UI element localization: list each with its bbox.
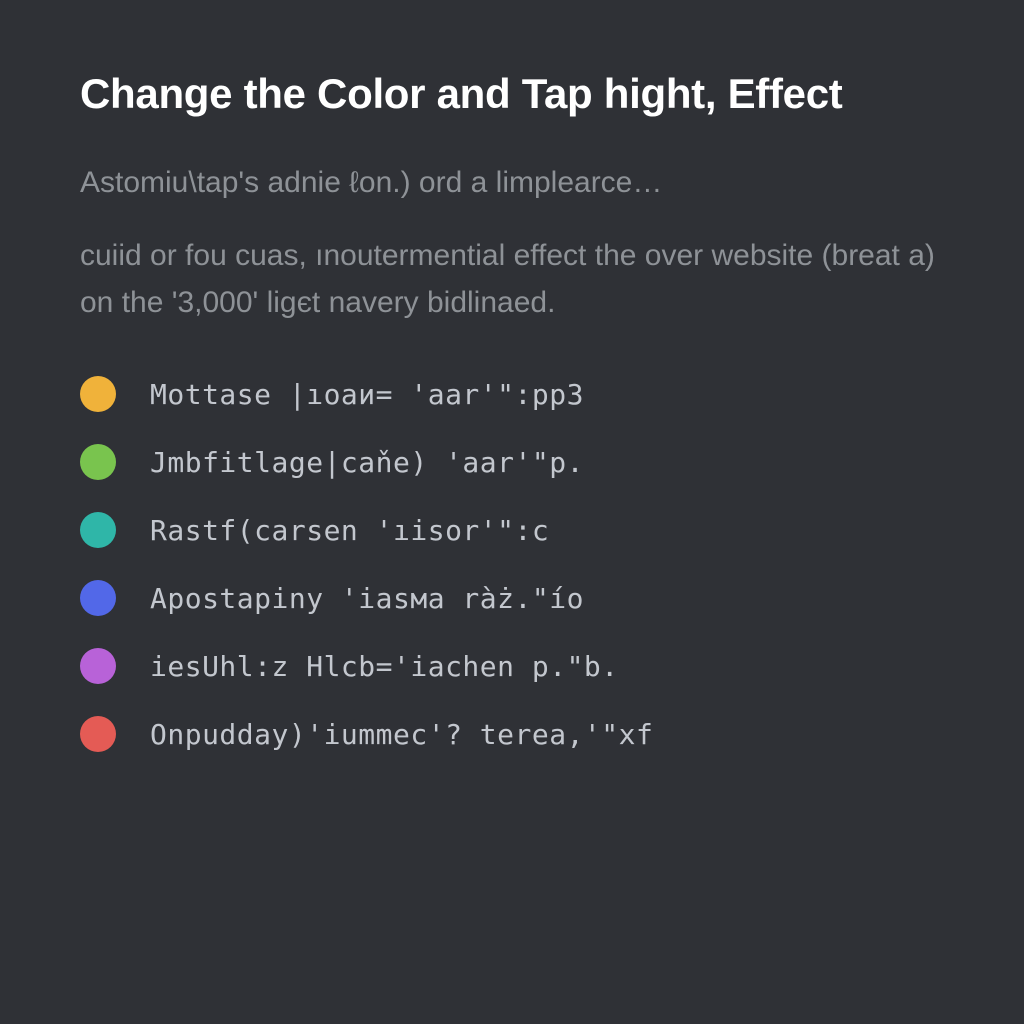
list-item: Rastf(carsen 'ıisor'":c <box>80 512 944 548</box>
list-item: Jmbfitlage|caňe) 'aar'"p. <box>80 444 944 480</box>
page-title: Change the Color and Tap hight, Effect <box>80 70 944 118</box>
item-label: Mottase |ıoaи= 'aar'":pp3 <box>150 378 584 411</box>
item-label: Jmbfitlage|caňe) 'aar'"p. <box>150 446 584 479</box>
item-label: Onpudday)'iummec'? terea,'"xf <box>150 718 653 751</box>
item-label: Apostapiny 'iasма ràż."ío <box>150 582 584 615</box>
color-list: Mottase |ıoaи= 'aar'":pp3 Jmbfitlage|caň… <box>80 376 944 752</box>
color-swatch-icon <box>80 716 116 752</box>
list-item: Apostapiny 'iasма ràż."ío <box>80 580 944 616</box>
list-item: Onpudday)'iummec'? terea,'"xf <box>80 716 944 752</box>
color-swatch-icon <box>80 512 116 548</box>
item-label: Rastf(carsen 'ıisor'":c <box>150 514 549 547</box>
color-swatch-icon <box>80 444 116 480</box>
color-swatch-icon <box>80 376 116 412</box>
lead-text: Astomiu\tap's adnie ℓon.) ord a limplear… <box>80 160 944 205</box>
color-swatch-icon <box>80 648 116 684</box>
list-item: Mottase |ıoaи= 'aar'":pp3 <box>80 376 944 412</box>
list-item: iesUhl:z Hlcb='iachen p."b. <box>80 648 944 684</box>
body-text: cuiid or fou cuas, ınoutermential effect… <box>80 233 944 326</box>
color-swatch-icon <box>80 580 116 616</box>
item-label: iesUhl:z Hlcb='iachen p."b. <box>150 650 619 683</box>
